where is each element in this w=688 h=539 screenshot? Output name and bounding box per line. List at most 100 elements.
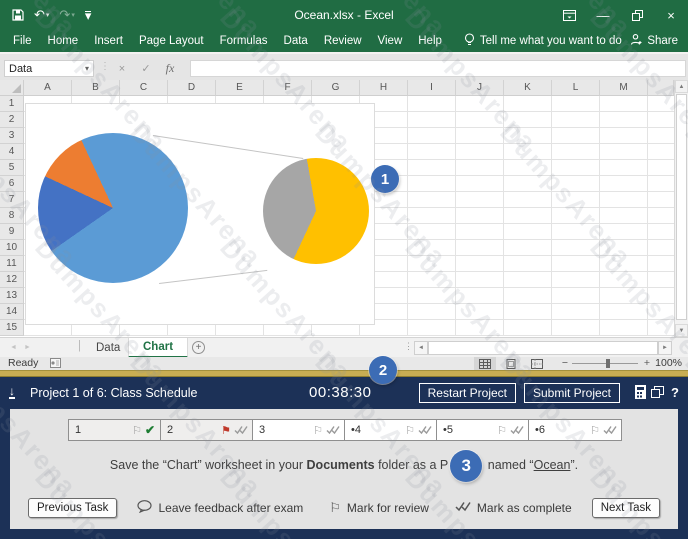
column-header-A[interactable]: A xyxy=(24,80,72,96)
mark-as-complete-action[interactable]: Mark as complete xyxy=(455,501,572,515)
new-sheet-icon[interactable]: + xyxy=(192,341,205,354)
flag-outline-icon[interactable]: ⚐ xyxy=(313,424,323,437)
row-header-8[interactable]: 8 xyxy=(0,208,24,224)
flag-outline-icon[interactable]: ⚐ xyxy=(405,424,415,437)
name-box-dropdown-icon[interactable]: ▾ xyxy=(85,64,89,73)
task-cell-1[interactable]: 1⚐✔ xyxy=(69,420,161,440)
scroll-down-icon[interactable]: ▼ xyxy=(675,324,688,337)
scroll-up-icon[interactable]: ▲ xyxy=(675,80,688,93)
task-cell-5[interactable]: •5⚐ xyxy=(437,420,529,440)
vertical-scroll-thumb[interactable] xyxy=(676,94,687,320)
collapse-panel-icon[interactable]: ↓ xyxy=(9,385,15,399)
row-header-12[interactable]: 12 xyxy=(0,272,24,288)
row-header-3[interactable]: 3 xyxy=(0,128,24,144)
row-header-13[interactable]: 13 xyxy=(0,288,24,304)
column-header-J[interactable]: J xyxy=(456,80,504,96)
ribbon-tab-page-layout[interactable]: Page Layout xyxy=(131,32,212,50)
double-check-icon[interactable] xyxy=(418,425,432,435)
column-header-D[interactable]: D xyxy=(168,80,216,96)
tell-me-box[interactable]: Tell me what you want to do xyxy=(464,33,622,50)
pie-of-pie-chart[interactable] xyxy=(25,103,375,325)
tab-nav-left-icon[interactable]: ◄ xyxy=(10,344,17,351)
row-header-7[interactable]: 7 xyxy=(0,192,24,208)
double-check-icon[interactable] xyxy=(234,425,248,435)
calculator-icon[interactable] xyxy=(635,385,646,404)
column-header-M[interactable]: M xyxy=(600,80,648,96)
task-cell-4[interactable]: •4⚐ xyxy=(345,420,437,440)
ribbon-tab-formulas[interactable]: Formulas xyxy=(212,32,276,50)
column-header-B[interactable]: B xyxy=(72,80,120,96)
zoom-level[interactable]: 100% xyxy=(655,357,682,369)
page-break-preview-icon[interactable] xyxy=(526,357,548,370)
cancel-icon[interactable]: × xyxy=(112,60,132,77)
zoom-slider-track[interactable] xyxy=(572,363,638,364)
row-header-11[interactable]: 11 xyxy=(0,256,24,272)
submit-project-button[interactable]: Submit Project xyxy=(524,383,620,403)
formula-input[interactable] xyxy=(190,60,686,77)
name-box[interactable]: Data ▾ xyxy=(4,60,94,77)
column-header-K[interactable]: K xyxy=(504,80,552,96)
next-task-button[interactable]: Next Task xyxy=(592,498,660,518)
task-cell-3[interactable]: 3⚐ xyxy=(253,420,345,440)
vertical-scrollbar[interactable]: ▲ ▼ xyxy=(674,80,688,337)
insert-function-icon[interactable]: fx xyxy=(160,60,180,77)
zoom-in-icon[interactable]: + xyxy=(644,357,650,369)
close-button[interactable]: × xyxy=(654,0,688,30)
row-header-9[interactable]: 9 xyxy=(0,224,24,240)
double-check-icon[interactable] xyxy=(603,425,617,435)
row-header-10[interactable]: 10 xyxy=(0,240,24,256)
double-check-icon[interactable] xyxy=(510,425,524,435)
ribbon-tab-insert[interactable]: Insert xyxy=(86,32,131,50)
sheet-tab-data[interactable]: Data xyxy=(82,338,134,358)
column-header-E[interactable]: E xyxy=(216,80,264,96)
flag-filled-icon[interactable]: ⚑ xyxy=(221,424,231,437)
double-check-icon[interactable] xyxy=(326,425,340,435)
ribbon-tab-help[interactable]: Help xyxy=(410,32,450,50)
select-all-button[interactable] xyxy=(0,80,24,96)
minimize-button[interactable]: — xyxy=(586,0,620,30)
flag-outline-icon[interactable]: ⚐ xyxy=(590,424,600,437)
ribbon-tab-review[interactable]: Review xyxy=(316,32,370,50)
check-complete-icon[interactable]: ✔ xyxy=(145,423,155,437)
secondary-pie[interactable] xyxy=(263,158,369,264)
share-button[interactable]: Share xyxy=(630,33,678,49)
scroll-right-icon[interactable]: ► xyxy=(658,341,672,355)
restart-project-button[interactable]: Restart Project xyxy=(419,383,516,403)
horizontal-scroll-track[interactable] xyxy=(428,341,658,355)
normal-view-icon[interactable] xyxy=(474,357,496,370)
column-header-F[interactable]: F xyxy=(264,80,312,96)
column-header-L[interactable]: L xyxy=(552,80,600,96)
row-header-14[interactable]: 14 xyxy=(0,304,24,320)
help-icon[interactable]: ? xyxy=(671,385,679,400)
ribbon-tab-view[interactable]: View xyxy=(370,32,411,50)
zoom-out-icon[interactable]: − xyxy=(562,357,568,369)
scrollbar-resize-handle[interactable]: ⋮ xyxy=(404,341,413,352)
sheet-tab-chart[interactable]: Chart xyxy=(128,338,188,358)
previous-task-button[interactable]: Previous Task xyxy=(28,498,117,518)
task-cell-2[interactable]: 2⚑ xyxy=(161,420,253,440)
window-layout-icon[interactable] xyxy=(651,385,664,403)
ribbon-tab-data[interactable]: Data xyxy=(276,32,316,50)
column-header-H[interactable]: H xyxy=(360,80,408,96)
enter-icon[interactable]: ✓ xyxy=(136,60,156,77)
row-header-4[interactable]: 4 xyxy=(0,144,24,160)
ribbon-tab-file[interactable]: File xyxy=(0,32,40,50)
task-cell-6[interactable]: •6⚐ xyxy=(529,420,621,440)
row-header-5[interactable]: 5 xyxy=(0,160,24,176)
ribbon-display-options-icon[interactable] xyxy=(552,0,586,30)
column-header-partial[interactable] xyxy=(648,80,674,96)
leave-feedback-action[interactable]: Leave feedback after exam xyxy=(137,500,303,516)
ribbon-tab-home[interactable]: Home xyxy=(40,32,87,50)
tab-nav-right-icon[interactable]: ► xyxy=(24,344,31,351)
scroll-left-icon[interactable]: ◄ xyxy=(414,341,428,355)
instruction-link[interactable]: Ocean xyxy=(534,458,571,472)
zoom-slider-thumb[interactable] xyxy=(606,359,610,368)
flag-outline-icon[interactable]: ⚐ xyxy=(132,424,142,437)
flag-outline-icon[interactable]: ⚐ xyxy=(497,424,507,437)
column-header-I[interactable]: I xyxy=(408,80,456,96)
page-layout-view-icon[interactable] xyxy=(500,357,522,370)
row-header-2[interactable]: 2 xyxy=(0,112,24,128)
mark-for-review-action[interactable]: ⚐ Mark for review xyxy=(329,500,429,516)
column-header-C[interactable]: C xyxy=(120,80,168,96)
row-header-15[interactable]: 15 xyxy=(0,320,24,336)
